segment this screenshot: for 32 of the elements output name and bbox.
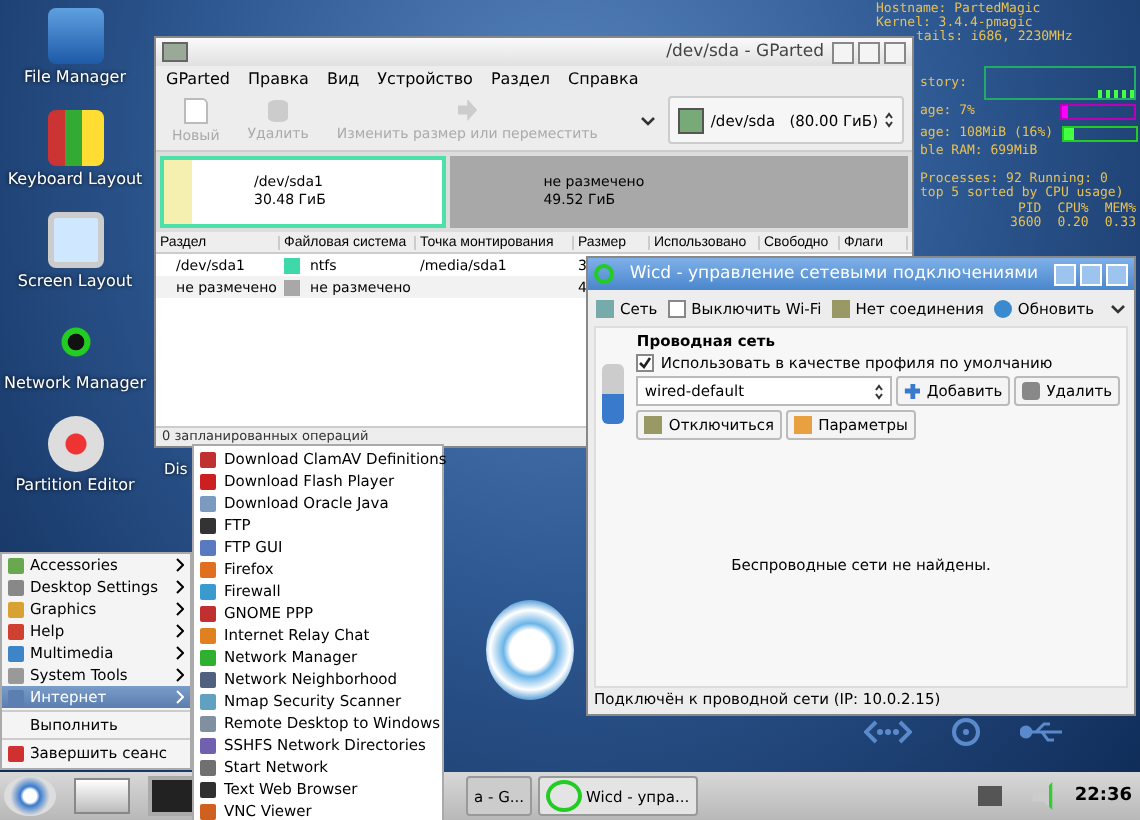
desktop-icon-label[interactable]: Network Manager: [3, 374, 146, 392]
desktop-app-icon[interactable]: [47, 110, 103, 166]
app-icon: [162, 42, 188, 62]
window-title: /dev/sda - GParted: [664, 42, 824, 62]
menu-item[interactable]: GParted: [166, 69, 230, 87]
globe-drawing: [486, 600, 574, 700]
desktop-icon-label[interactable]: Keyboard Layout: [7, 170, 143, 188]
caret-icon[interactable]: [640, 115, 657, 125]
desktop-icon-label[interactable]: Screen Layout: [17, 272, 133, 290]
drive-icon[interactable]: [74, 778, 130, 814]
start-button[interactable]: [4, 776, 56, 816]
network-share-icon[interactable]: [864, 720, 912, 744]
close-button[interactable]: [884, 41, 906, 63]
menu-item[interactable]: Правка: [248, 69, 309, 87]
desktop-icon-label[interactable]: File Manager: [24, 68, 126, 86]
desktop-app-icon[interactable]: [47, 212, 103, 268]
chevron-icon[interactable]: [1110, 303, 1126, 313]
desktop-app-icon[interactable]: [47, 416, 103, 472]
desktop-icon-label[interactable]: Partition Editor: [15, 476, 135, 494]
window-title: Wicd - управление сетевыми подключениями: [627, 264, 1041, 284]
usb-icon[interactable]: [1020, 720, 1064, 744]
disc-icon[interactable]: [952, 718, 980, 746]
updown-arrows-icon: [874, 383, 885, 399]
menu-item[interactable]: Раздел: [490, 69, 550, 87]
menu-item[interactable]: Вид: [326, 69, 360, 87]
clock[interactable]: 22:36: [1074, 786, 1132, 806]
updown-arrows-icon: [884, 112, 894, 128]
maximize-button[interactable]: [858, 41, 880, 63]
minimize-button[interactable]: [832, 41, 854, 63]
checkmark-icon: [638, 356, 653, 370]
menu-item[interactable]: Устройство: [377, 69, 473, 87]
menu-item[interactable]: Справка: [568, 69, 639, 87]
